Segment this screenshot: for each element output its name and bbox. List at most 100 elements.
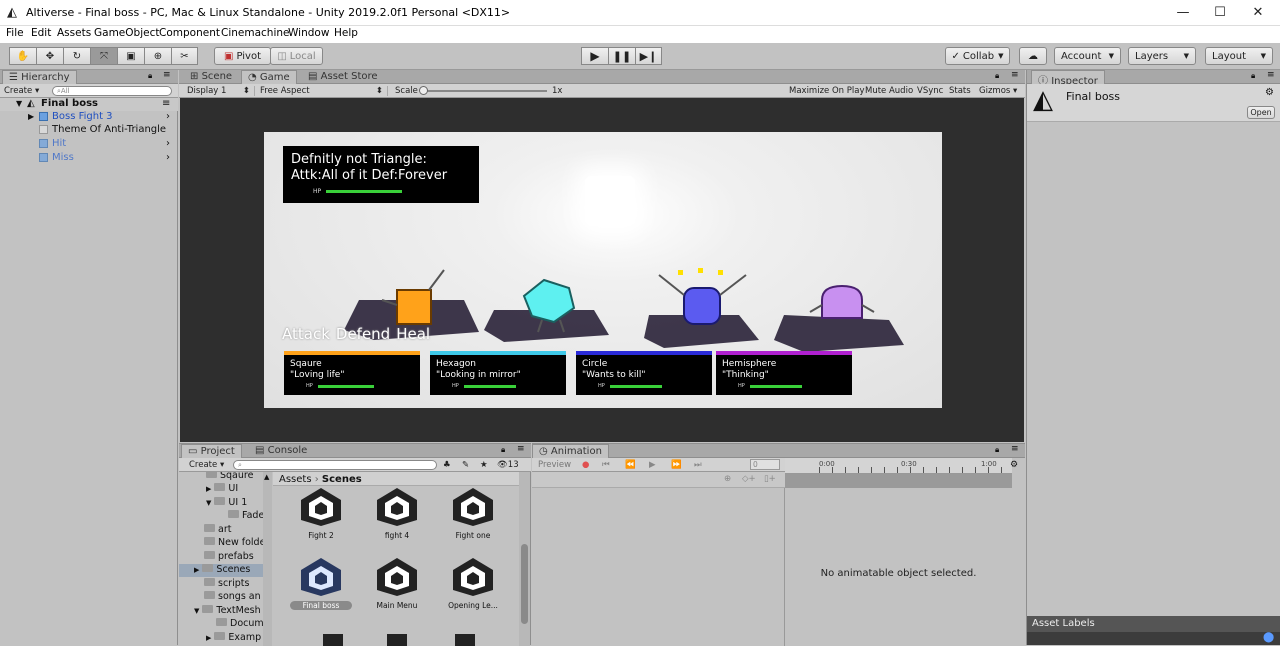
list-item[interactable]: ▶ Scenes (179, 564, 263, 577)
menu-component[interactable]: Component (159, 27, 220, 39)
next-key-icon[interactable]: ⏩ (671, 460, 682, 470)
hierarchy-scene-row[interactable]: ▼ ◭ Final boss ≡ (0, 98, 178, 111)
list-item[interactable]: ▶ Boss Fight 3 › (0, 111, 178, 124)
frame-field[interactable]: 0 (750, 459, 780, 470)
play-icon[interactable]: ▶ (649, 460, 656, 470)
last-key-icon[interactable]: ⏭ (694, 460, 702, 470)
move-tool-button[interactable]: ✥ (36, 47, 64, 65)
folder-tree-scrollbar[interactable]: ▲ (263, 472, 272, 646)
scale-slider[interactable] (419, 86, 547, 95)
game-screen[interactable]: Defnitly not Triangle: Attk:All of it De… (264, 132, 942, 408)
project-search-input[interactable]: ⌕ (233, 460, 437, 470)
prev-key-icon[interactable]: ⏪ (625, 460, 636, 470)
menu-gameobject[interactable]: GameObject (94, 27, 159, 39)
tab-asset-store[interactable]: ▤ Asset Store (302, 70, 384, 84)
rotate-tool-button[interactable]: ↻ (63, 47, 91, 65)
hand-tool-button[interactable]: ✋ (9, 47, 37, 65)
defend-action[interactable]: Defend (336, 325, 390, 343)
panel-menu-icon[interactable]: ≡ (517, 444, 525, 454)
menu-file[interactable]: File (6, 27, 24, 39)
scene-menu-icon[interactable]: ≡ (162, 98, 170, 109)
panel-menu-icon[interactable]: ≡ (1011, 70, 1019, 80)
expand-arrow-icon[interactable]: ▼ (16, 99, 22, 108)
tab-console[interactable]: ▤ Console (249, 444, 313, 458)
maximize-on-play-toggle[interactable]: Maximize On Play (789, 86, 864, 96)
favorite-star-icon[interactable]: ★ (480, 460, 488, 470)
hidden-count[interactable]: 👁︎13 (497, 460, 519, 470)
cloud-button[interactable]: ☁ (1019, 47, 1047, 65)
heal-action[interactable]: Heal (396, 325, 430, 343)
list-item[interactable]: ▼ TextMesh (194, 605, 261, 616)
attack-action[interactable]: Attack (282, 325, 330, 343)
preview-toggle[interactable]: Preview (538, 460, 571, 470)
tab-inspector[interactable]: ⓘ Inspector (1031, 70, 1105, 87)
hierarchy-search-input[interactable]: ⌕All (52, 86, 172, 96)
tag-icon[interactable]: ⬤ (1263, 632, 1274, 643)
scrollbar-thumb[interactable] (521, 544, 528, 624)
tab-project[interactable]: ▭ Project (181, 444, 242, 458)
aspect-dropdown[interactable]: Free Aspect ⬍ (260, 86, 388, 96)
mute-audio-toggle[interactable]: Mute Audio (865, 86, 913, 96)
animation-timeline-ruler[interactable]: 0:00 0:30 1:00 (785, 458, 1012, 474)
timeline-settings-icon[interactable]: ⚙ (1010, 460, 1018, 470)
asset-tile[interactable]: Final boss (283, 556, 359, 610)
pivot-button[interactable]: ▣ Pivot (214, 47, 271, 65)
list-item[interactable]: songs an (204, 591, 261, 602)
asset-grid-scrollbar[interactable] (519, 472, 530, 646)
asset-tile[interactable]: fight 4 (359, 486, 435, 540)
lock-icon[interactable]: 🔒︎ (1251, 71, 1255, 81)
lock-icon[interactable]: 🔒︎ (501, 445, 505, 455)
pause-button[interactable]: ❚❚ (608, 47, 636, 65)
asset-tile[interactable]: Main Menu (359, 556, 435, 610)
create-dropdown[interactable]: Create ▾ (4, 86, 39, 96)
list-item[interactable]: Sqaure (206, 472, 253, 481)
list-item[interactable]: Theme Of Anti-Triangle (0, 124, 178, 137)
rect-tool-button[interactable]: ▣ (117, 47, 145, 65)
expand-arrow-icon[interactable]: ▶ (206, 485, 211, 493)
layers-button[interactable]: Layers ▼ (1128, 47, 1196, 65)
menu-window[interactable]: Window (288, 27, 329, 39)
menu-cinemachine[interactable]: Cinemachine (221, 27, 290, 39)
transform-tool-button[interactable]: ⊕ (144, 47, 172, 65)
layout-button[interactable]: Layout ▼ (1205, 47, 1273, 65)
breadcrumb-scenes[interactable]: Scenes (322, 474, 362, 485)
list-item[interactable]: New folde (204, 537, 263, 548)
maximize-icon[interactable]: ☐ (1210, 5, 1230, 20)
add-event-icon[interactable]: ▯+ (764, 474, 776, 484)
expand-arrow-icon[interactable]: ▶ (194, 566, 199, 574)
list-item[interactable]: art (204, 524, 231, 535)
add-key-icon[interactable]: ◇+ (742, 474, 756, 484)
menu-assets[interactable]: Assets (57, 27, 91, 39)
tab-game[interactable]: ◔ Game (241, 70, 297, 84)
list-item[interactable]: Hit › (0, 138, 178, 151)
open-button[interactable]: Open (1247, 106, 1275, 119)
asset-tile-partial[interactable] (303, 634, 503, 646)
list-item[interactable]: prefabs (204, 551, 254, 562)
gizmos-dropdown[interactable]: Gizmos ▾ (979, 86, 1017, 96)
tab-scene[interactable]: ⊞ Scene (184, 70, 238, 84)
expand-arrow-icon[interactable]: ▼ (206, 499, 211, 507)
list-item[interactable]: ▶ UI (206, 483, 238, 494)
custom-tool-button[interactable]: ✂ (171, 47, 198, 65)
list-item[interactable]: ▼ UI 1 (206, 497, 247, 508)
game-viewport[interactable]: Defnitly not Triangle: Attk:All of it De… (180, 98, 1024, 442)
panel-menu-icon[interactable]: ≡ (163, 70, 171, 80)
list-item[interactable]: Docum (216, 618, 263, 629)
filter-type-icon[interactable]: ♣ (443, 460, 451, 470)
display-dropdown[interactable]: Display 1 ⬍ (187, 86, 255, 96)
play-button[interactable]: ▶ (581, 47, 609, 65)
list-item[interactable]: Fade (228, 510, 263, 521)
lock-icon[interactable]: 🔒︎ (995, 71, 999, 81)
breadcrumb-assets[interactable]: Assets (279, 474, 312, 485)
stats-toggle[interactable]: Stats (949, 86, 971, 96)
minimize-icon[interactable]: — (1173, 5, 1193, 20)
list-item[interactable]: ▶ Examp (206, 632, 261, 643)
close-icon[interactable]: ✕ (1248, 5, 1268, 20)
lock-icon[interactable]: 🔒︎ (995, 445, 999, 455)
menu-help[interactable]: Help (334, 27, 358, 39)
lock-icon[interactable]: 🔒︎ (148, 71, 152, 81)
create-dropdown[interactable]: Create ▾ (189, 460, 224, 470)
add-keyframe-icon[interactable]: ⊕ (724, 474, 731, 484)
scale-tool-button[interactable]: ⤧ (90, 47, 118, 65)
gear-icon[interactable]: ⚙ (1265, 87, 1274, 98)
